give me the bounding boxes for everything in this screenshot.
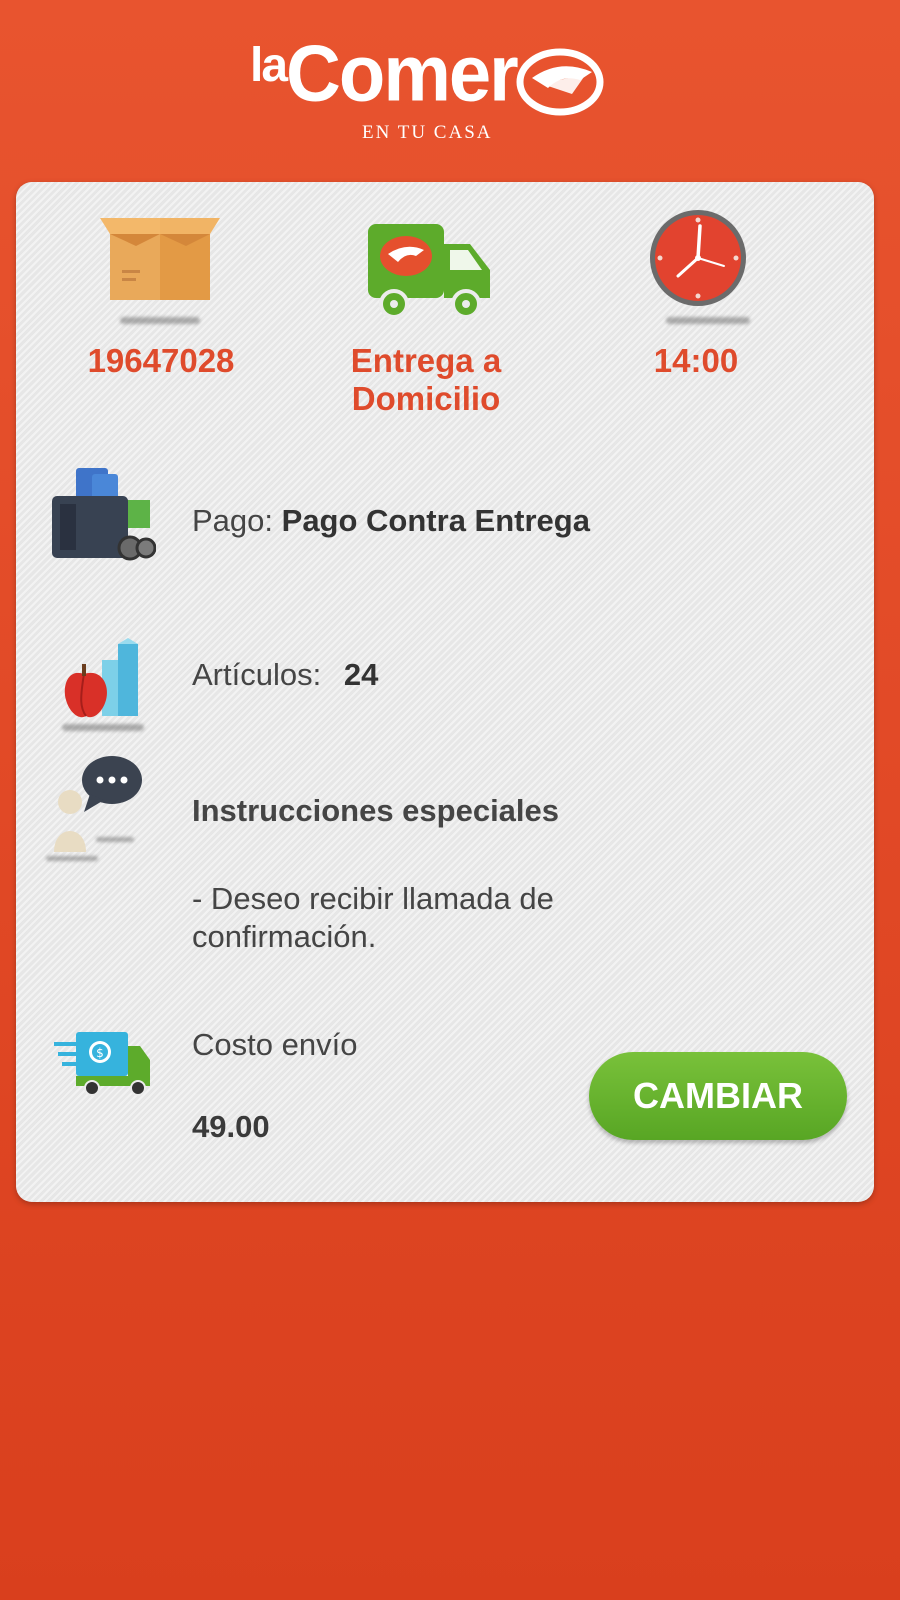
delivery-truck-icon bbox=[368, 224, 490, 319]
app-header: laComer EN TU CASA bbox=[0, 28, 900, 148]
delivery-time: 14:00 bbox=[653, 342, 739, 379]
box-icon-shadow bbox=[120, 317, 200, 324]
items-row: Artículos: 24 bbox=[192, 656, 378, 694]
shipping-cost-truck-icon: $ bbox=[54, 1032, 150, 1096]
items-count: 24 bbox=[343, 657, 379, 692]
delivery-type-line1: Entrega a bbox=[350, 342, 502, 379]
order-summary-card: 19647028 Entrega a Domicilio 14:00 Pago:… bbox=[16, 182, 874, 1202]
payment-method: Pago Contra Entrega bbox=[281, 503, 590, 538]
delivery-type: Entrega a Domicilio bbox=[306, 342, 546, 418]
instructions-line2: confirmación. bbox=[192, 919, 377, 954]
chat-icon-shadow bbox=[46, 856, 98, 861]
shipping-cost-value: 49.00 bbox=[192, 1109, 270, 1144]
groceries-icon bbox=[64, 638, 138, 718]
instructions-title: Instrucciones especiales bbox=[192, 793, 560, 828]
wallet-icon bbox=[52, 468, 156, 561]
box-icon bbox=[100, 218, 220, 300]
payment-label: Pago: bbox=[192, 503, 274, 538]
groceries-icon-shadow bbox=[62, 724, 144, 731]
payment-row: Pago: Pago Contra Entrega bbox=[192, 502, 590, 540]
logo-wordmark: laComer bbox=[250, 28, 519, 119]
pelican-logo-icon bbox=[516, 48, 604, 116]
delivery-type-line2: Domicilio bbox=[351, 380, 501, 417]
clock-icon bbox=[650, 210, 746, 306]
logo-prefix: la bbox=[250, 39, 288, 92]
lacomer-logo: laComer EN TU CASA bbox=[250, 28, 630, 146]
logo-tagline: EN TU CASA bbox=[362, 122, 493, 143]
clock-icon-shadow bbox=[666, 317, 750, 324]
instructions-line1: - Deseo recibir llamada de bbox=[192, 881, 554, 916]
chat-icon-shadow-small bbox=[96, 837, 134, 842]
logo-main: Comer bbox=[286, 28, 519, 119]
change-button[interactable]: CAMBIAR bbox=[589, 1052, 847, 1140]
order-number: 19647028 bbox=[87, 342, 235, 379]
svg-text:$: $ bbox=[96, 1046, 104, 1060]
shipping-cost-label: Costo envío bbox=[192, 1027, 358, 1062]
items-label: Artículos: bbox=[192, 657, 322, 692]
